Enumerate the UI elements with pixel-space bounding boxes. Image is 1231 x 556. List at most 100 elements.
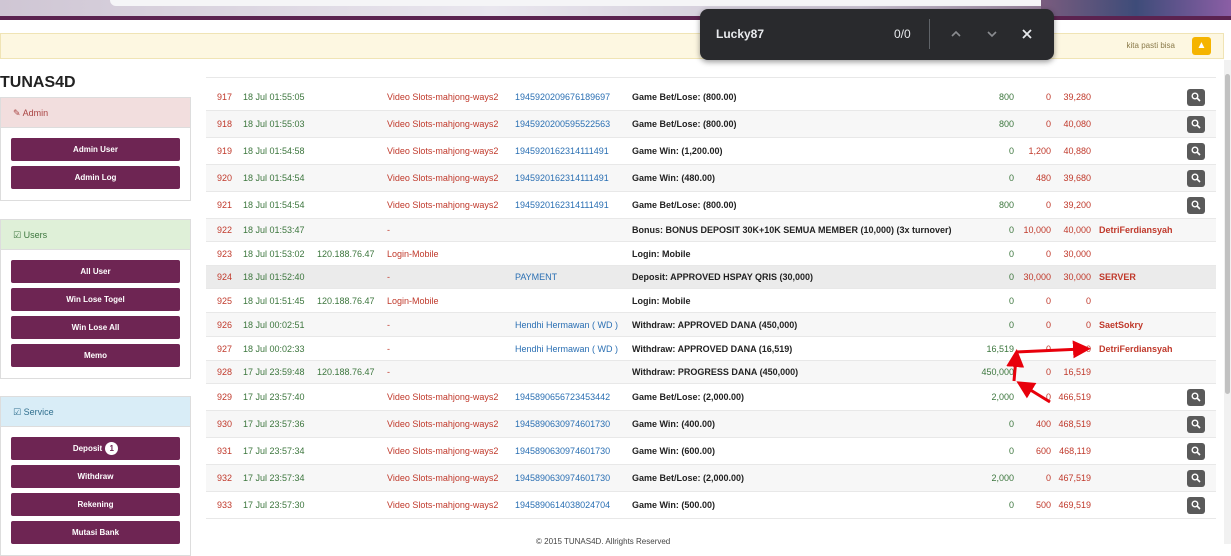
search-icon[interactable] (1187, 88, 1205, 106)
win-lose-togel-button[interactable]: Win Lose Togel (11, 288, 180, 311)
row-action (1187, 438, 1205, 464)
row-reference[interactable]: 1945920200595522563 (515, 111, 610, 137)
row-credit: 500 (1035, 500, 1051, 510)
row-debit: 2,000 (991, 392, 1014, 402)
search-icon[interactable] (1187, 388, 1205, 406)
row-reference[interactable]: 1945920162314111491 (515, 192, 609, 218)
row-number: 923 (217, 248, 233, 259)
row-balance: 0 (1085, 295, 1091, 306)
row-action (1187, 138, 1205, 164)
row-number: 924 (217, 272, 233, 282)
deposit-button[interactable]: Deposit 1 (11, 437, 180, 460)
row-balance: 40,080 (1063, 119, 1091, 129)
row-game: Video Slots-mahjong-ways2 (387, 92, 499, 102)
row-action (1187, 111, 1205, 137)
search-icon[interactable] (1187, 415, 1205, 433)
search-icon[interactable] (1187, 196, 1205, 214)
memo-button[interactable]: Memo (11, 344, 180, 367)
table-row: 930 17 Jul 23:57:36 Video Slots-mahjong-wa… (206, 411, 1216, 438)
table-row: 928 17 Jul 23:59:48 120.188.76.47 - Withdraw… (206, 361, 1216, 384)
row-reference[interactable]: 1945890630974601730 (515, 465, 610, 491)
row-balance: 468,119 (1059, 446, 1091, 456)
row-user: SERVER (1099, 272, 1136, 282)
page-scrollbar[interactable] (1224, 60, 1231, 544)
admin-log-button[interactable]: Admin Log (11, 166, 180, 189)
service-panel-header: ☑ Service (1, 397, 190, 427)
row-balance: 0 (1085, 319, 1091, 330)
row-reference[interactable]: 1945890656723453442 (515, 384, 610, 410)
find-close-icon[interactable] (1016, 23, 1038, 45)
row-credit: 10,000 (1023, 225, 1051, 235)
row-time: 18 Jul 01:55:05 (243, 92, 305, 102)
search-icon[interactable] (1187, 142, 1205, 160)
withdraw-button[interactable]: Withdraw (11, 465, 180, 488)
find-match-count: 0/0 (894, 27, 911, 41)
service-panel-title: Service (23, 407, 54, 417)
table-row: 926 18 Jul 00:02:51 - Hendhi Hermawan ( WD … (206, 313, 1216, 337)
row-reference[interactable]: 1945890614038024704 (515, 492, 610, 518)
edit-icon: ✎ (13, 108, 21, 118)
table-row: 919 18 Jul 01:54:58 Video Slots-mahjong-wa… (206, 138, 1216, 165)
row-reference[interactable]: 1945920162314111491 (515, 138, 609, 164)
row-time: 18 Jul 00:02:51 (243, 319, 305, 330)
row-time: 18 Jul 01:54:58 (243, 146, 305, 156)
row-balance: 469,519 (1058, 500, 1091, 510)
row-number: 926 (217, 319, 233, 330)
row-action (1187, 492, 1205, 518)
search-icon[interactable] (1187, 469, 1205, 487)
service-panel: ☑ Service Deposit 1 Withdraw Rekening Mut… (0, 396, 191, 556)
row-reference[interactable]: Hendhi Hermawan ( WD ) (515, 313, 618, 336)
row-debit: 0 (1008, 173, 1014, 183)
row-balance: 40,000 (1063, 225, 1091, 235)
find-separator (929, 19, 930, 49)
row-action (1187, 165, 1205, 191)
admin-user-button[interactable]: Admin User (11, 138, 180, 161)
row-debit: 0 (1008, 500, 1014, 510)
row-description: Bonus: BONUS DEPOSIT 30K+10K SEMUA MEMBE… (632, 225, 952, 235)
table-row: 917 18 Jul 01:55:05 Video Slots-mahjong-wa… (206, 84, 1216, 111)
row-number: 929 (217, 392, 233, 402)
row-time: 17 Jul 23:59:48 (243, 367, 305, 377)
admin-panel-header: ✎ Admin (1, 98, 190, 128)
win-lose-all-button[interactable]: Win Lose All (11, 316, 180, 339)
row-reference[interactable]: PAYMENT (515, 266, 557, 288)
scroll-up-icon[interactable]: ▲ (1192, 37, 1211, 55)
row-game: - (387, 343, 390, 354)
row-game: Video Slots-mahjong-ways2 (387, 500, 499, 510)
row-debit: 0 (1008, 272, 1014, 282)
row-reference[interactable]: Hendhi Hermawan ( WD ) (515, 337, 618, 360)
row-reference[interactable]: 1945920162314111491 (515, 165, 609, 191)
users-panel-header: ☑ Users (1, 220, 190, 250)
row-game: Video Slots-mahjong-ways2 (387, 200, 499, 210)
row-action (1187, 192, 1205, 218)
search-icon[interactable] (1187, 442, 1205, 460)
find-next-icon[interactable] (981, 23, 1003, 45)
checkbox-icon: ☑ (13, 230, 22, 240)
all-user-button[interactable]: All User (11, 260, 180, 283)
row-number: 932 (217, 473, 233, 483)
search-icon[interactable] (1187, 169, 1205, 187)
search-icon[interactable] (1187, 115, 1205, 133)
row-description: Game Win: (480.00) (632, 173, 715, 183)
row-reference[interactable]: 1945890630974601730 (515, 438, 610, 464)
row-reference[interactable]: 1945890630974601730 (515, 411, 610, 437)
row-debit: 800 (998, 92, 1014, 102)
row-time: 18 Jul 00:02:33 (243, 343, 305, 354)
rekening-button[interactable]: Rekening (11, 493, 180, 516)
row-number: 918 (217, 119, 233, 129)
row-description: Game Bet/Lose: (2,000.00) (632, 473, 745, 483)
row-time: 17 Jul 23:57:36 (243, 419, 305, 429)
mutasi-bank-button[interactable]: Mutasi Bank (11, 521, 180, 544)
scrollbar-thumb[interactable] (1225, 74, 1230, 394)
row-reference[interactable]: 1945920209676189697 (515, 84, 610, 110)
row-game: Video Slots-mahjong-ways2 (387, 119, 499, 129)
search-icon[interactable] (1187, 496, 1205, 514)
row-time: 17 Jul 23:57:30 (243, 500, 305, 510)
find-previous-icon[interactable] (945, 23, 967, 45)
row-time: 18 Jul 01:51:45 (243, 295, 305, 306)
row-game: Video Slots-mahjong-ways2 (387, 146, 499, 156)
find-query-input[interactable]: Lucky87 (716, 27, 764, 41)
row-balance: 16,519 (1063, 367, 1091, 377)
row-description: Game Win: (500.00) (632, 500, 715, 510)
row-balance: 30,000 (1063, 272, 1091, 282)
